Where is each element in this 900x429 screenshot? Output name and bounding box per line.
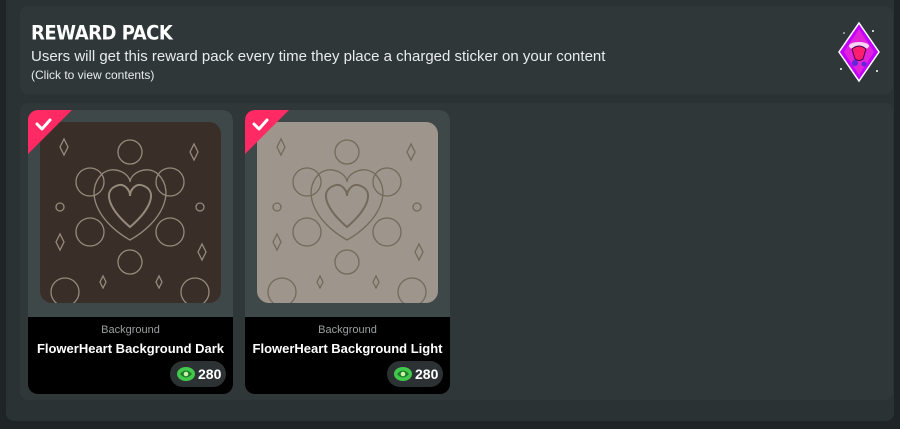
- price-value: 280: [198, 366, 222, 382]
- item-category: Background: [101, 324, 160, 336]
- reward-pack-container: REWARD PACK Users will get this reward p…: [6, 0, 894, 421]
- reward-pack-header[interactable]: REWARD PACK Users will get this reward p…: [20, 6, 893, 94]
- reward-pack-description: Users will get this reward pack every ti…: [31, 48, 606, 65]
- page-title: REWARD PACK: [31, 22, 173, 45]
- selected-check-icon: [245, 110, 289, 154]
- item-thumbnail-frame: [28, 110, 233, 317]
- price-badge: 280: [170, 361, 226, 387]
- points-icon: [177, 367, 195, 381]
- item-category: Background: [318, 324, 377, 336]
- reward-pack-icon[interactable]: [835, 19, 883, 85]
- item-name: FlowerHeart Background Light: [252, 341, 443, 356]
- reward-item-card[interactable]: Background FlowerHeart Background Dark 2…: [28, 110, 233, 394]
- price-badge: 280: [387, 361, 443, 387]
- reward-item-card[interactable]: Background FlowerHeart Background Light …: [245, 110, 450, 394]
- points-icon: [394, 367, 412, 381]
- selected-check-icon: [28, 110, 72, 154]
- price-value: 280: [415, 366, 439, 382]
- item-name: FlowerHeart Background Dark: [36, 341, 225, 356]
- reward-items-panel: Background FlowerHeart Background Dark 2…: [20, 103, 893, 400]
- view-contents-hint[interactable]: (Click to view contents): [31, 68, 154, 82]
- item-thumbnail-frame: [245, 110, 450, 317]
